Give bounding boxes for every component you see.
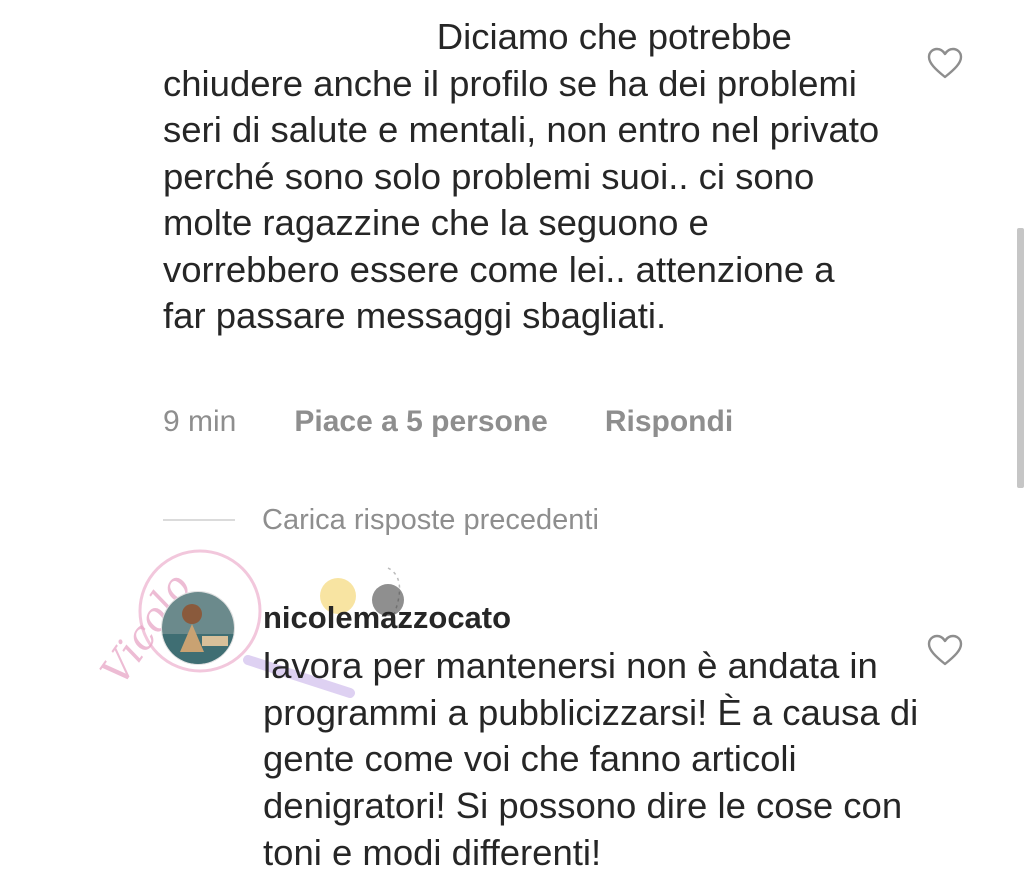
- reply-username[interactable]: nicolemazzocato: [263, 600, 511, 636]
- scrollbar[interactable]: [1017, 228, 1024, 488]
- avatar[interactable]: [161, 591, 235, 665]
- comment-meta: 9 min Piace a 5 persone Rispondi: [163, 400, 733, 444]
- avatar-image: [162, 592, 234, 664]
- heart-outline-icon[interactable]: [927, 634, 963, 666]
- divider-line: [163, 519, 235, 521]
- load-previous-replies-button[interactable]: Carica risposte precedenti: [163, 501, 599, 539]
- load-previous-replies-label: Carica risposte precedenti: [262, 503, 599, 536]
- heart-outline-icon[interactable]: [927, 47, 963, 79]
- comment-likes-link[interactable]: Piace a 5 persone: [294, 405, 547, 439]
- reply-text: lavora per mantenersi non è andata in pr…: [263, 645, 919, 873]
- comment-text: Diciamo che potrebbe chiudere anche il p…: [163, 16, 890, 336]
- comment-timestamp: 9 min: [163, 405, 237, 438]
- reply-button[interactable]: Rispondi: [605, 405, 733, 439]
